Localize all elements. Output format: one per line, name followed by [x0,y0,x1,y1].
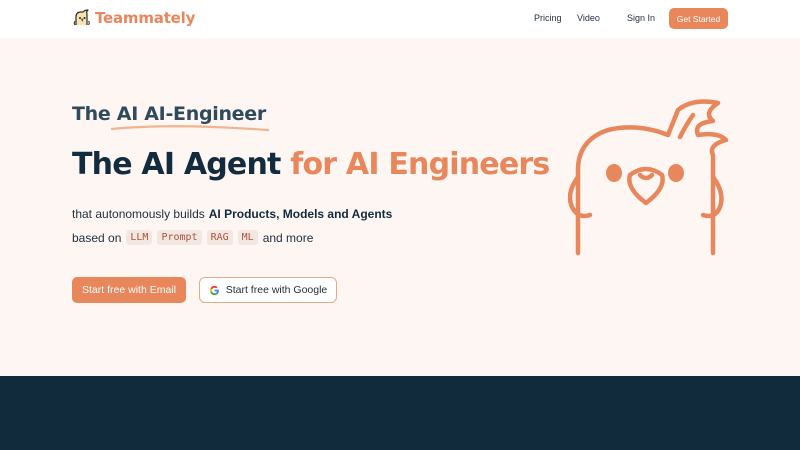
google-icon [209,285,219,295]
subline-bold: AI Products, Models and Agents [208,207,393,221]
subline2-suffix: and more [262,230,314,245]
start-free-email-button[interactable]: Start free with Email [72,277,186,303]
brand-logo[interactable]: Teammately [72,8,195,28]
tag-rag: RAG [206,230,233,245]
nav-pricing-link[interactable]: Pricing [534,13,562,23]
hero-subline: that autonomously builds AI Products, Mo… [72,207,392,221]
subline-prefix: that autonomously builds [72,207,205,221]
hero-subline-tags: based on LLM Prompt RAG ML and more [72,230,313,245]
tag-llm: LLM [126,230,153,245]
tag-prompt: Prompt [157,230,202,245]
eyebrow-underline-decoration [110,125,270,132]
nav-video-link[interactable]: Video [577,13,600,23]
top-navbar: Teammately Pricing Video Sign In Get Sta… [0,0,800,38]
google-button-label: Start free with Google [225,284,328,296]
dark-section-band [0,376,800,450]
start-free-google-button[interactable]: Start free with Google [199,277,337,303]
subline2-prefix: based on [72,230,122,245]
cockatiel-logo-icon [73,9,90,26]
cockatiel-mascot-icon [568,99,729,256]
brand-name: Teammately [95,9,196,27]
headline-main-text: The AI Agent [72,147,291,182]
headline-accent-text: for AI Engineers [290,147,550,182]
get-started-button[interactable]: Get Started [669,8,728,29]
hero-headline: The AI Agent for AI Engineers [72,147,550,182]
nav-signin-link[interactable]: Sign In [627,13,655,23]
tag-ml: ML [237,230,258,245]
